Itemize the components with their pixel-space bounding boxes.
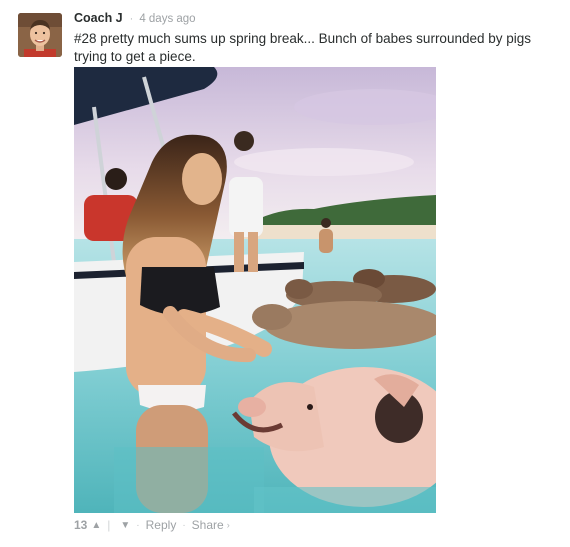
comment-header: Coach J · 4 days ago <box>74 11 196 25</box>
timestamp[interactable]: 4 days ago <box>139 13 195 25</box>
comment-message: #28 pretty much sums up spring break... … <box>74 31 532 64</box>
reply-link[interactable]: Reply <box>146 518 177 532</box>
upvote-count: 13 <box>74 518 88 532</box>
footer-separator: · <box>182 519 186 531</box>
comment-footer: 13 ▲ | ▼ · Reply · Share › <box>74 518 230 532</box>
footer-separator: · <box>136 519 140 531</box>
comment: Coach J · 4 days ago #28 pretty much sum… <box>0 0 570 547</box>
beach-photo-image <box>74 67 436 513</box>
vote-divider: | <box>107 518 111 532</box>
author-name[interactable]: Coach J <box>74 11 123 25</box>
header-separator: · <box>129 13 134 25</box>
downvote-icon[interactable]: ▼ <box>120 520 130 531</box>
upvote-icon[interactable]: ▲ <box>91 520 101 531</box>
share-chevron-icon[interactable]: › <box>227 520 230 530</box>
attached-photo[interactable] <box>74 67 436 513</box>
share-link[interactable]: Share <box>192 518 224 532</box>
avatar[interactable] <box>18 13 62 57</box>
